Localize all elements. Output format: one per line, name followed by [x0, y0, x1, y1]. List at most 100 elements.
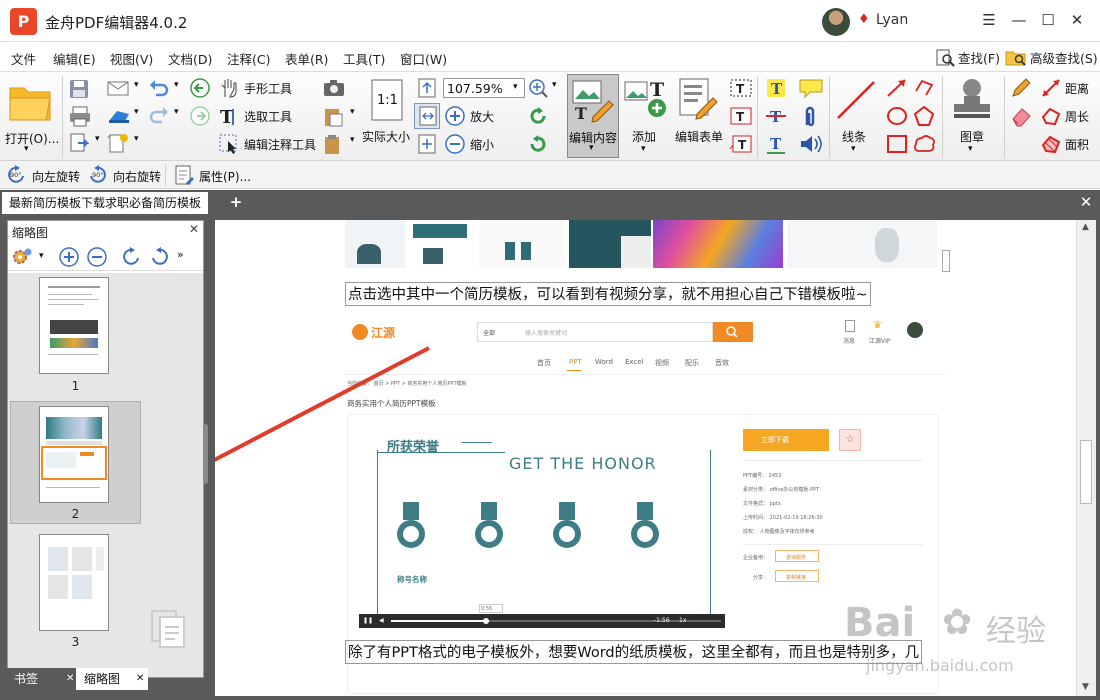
thumbnail-scrollbar[interactable] [203, 424, 208, 484]
clipboard-icon[interactable] [322, 133, 344, 155]
fit-page-icon[interactable] [416, 77, 438, 99]
attachment-icon[interactable] [798, 105, 824, 127]
zoom-in-button[interactable]: 放大 [444, 105, 504, 127]
highlight-text-icon[interactable]: T [764, 77, 788, 99]
chevron-down-icon[interactable]: ▾ [134, 107, 139, 117]
close-icon[interactable]: ✕ [66, 668, 74, 690]
close-window-button[interactable]: ✕ [1066, 9, 1088, 31]
stamp-button[interactable]: 图章 ▾ [946, 76, 998, 156]
forward-icon[interactable] [189, 105, 211, 127]
actual-size-button[interactable]: 1:1 实际大小 [360, 76, 415, 156]
close-icon[interactable]: ✕ [136, 668, 144, 690]
username[interactable]: Lyan [876, 12, 908, 28]
chevron-down-icon[interactable]: ▾ [39, 251, 44, 261]
zoom-out-button[interactable]: 缩小 [444, 133, 504, 155]
tab-bookmarks[interactable]: 书签 ✕ [6, 668, 78, 690]
edit-annotation-tool-button[interactable]: 编辑注释工具 [218, 133, 322, 155]
scrollbar-thumb[interactable] [1080, 440, 1092, 504]
eraser-icon[interactable] [1010, 105, 1034, 127]
chevron-down-icon[interactable]: ▾ [350, 135, 355, 145]
chevron-down-icon[interactable]: ▾ [174, 107, 179, 117]
new-document-icon[interactable] [106, 132, 130, 154]
fit-visible-icon[interactable] [416, 133, 438, 155]
minimize-button[interactable]: — [1008, 9, 1030, 31]
chevron-down-icon[interactable]: ▾ [134, 134, 139, 144]
rotate-ccw-icon[interactable] [527, 105, 549, 127]
caption-text[interactable]: 除了有PPT格式的电子模板外，想要Word的纸质模板，这里全都有，而且也是特别多… [345, 640, 923, 664]
find-button[interactable]: 查找(F) [935, 47, 1000, 67]
scroll-down-icon[interactable]: ▼ [1082, 682, 1089, 692]
polygon-line-icon[interactable] [912, 77, 936, 99]
add-button[interactable]: T 添加 ▾ [622, 76, 670, 156]
chevron-down-icon[interactable]: ▾ [552, 80, 557, 90]
rectangle-tool-icon[interactable] [885, 133, 909, 155]
scroll-up-icon[interactable]: ▲ [1082, 222, 1089, 232]
print-icon[interactable] [68, 105, 92, 127]
distance-tool-button[interactable]: 距离 [1040, 77, 1100, 99]
menu-file[interactable]: 文件 [11, 49, 36, 68]
menu-view[interactable]: 视图(V) [110, 49, 153, 68]
save-icon[interactable] [68, 78, 90, 100]
thumbnail-page-3[interactable] [39, 534, 109, 631]
pencil-icon[interactable] [1010, 77, 1034, 99]
undo-icon[interactable] [148, 78, 170, 98]
close-icon[interactable]: ✕ [189, 222, 199, 236]
chevron-down-icon[interactable]: ▾ [134, 80, 139, 90]
underline-text-icon[interactable]: T [764, 133, 788, 155]
chevron-down-icon[interactable]: ▾ [350, 107, 355, 117]
tab-thumbnails[interactable]: 缩略图 ✕ [76, 668, 148, 690]
select-tool-button[interactable]: T 选取工具 [218, 105, 318, 127]
email-icon[interactable] [106, 78, 130, 98]
menu-document[interactable]: 文档(D) [168, 49, 212, 68]
snapshot-camera-icon[interactable] [322, 77, 346, 99]
edit-form-button[interactable]: 编辑表单 [673, 76, 725, 156]
callout-text-icon[interactable]: T [729, 133, 753, 155]
zoom-out-icon[interactable] [86, 246, 108, 268]
sticky-note-icon[interactable] [798, 77, 824, 99]
chevron-down-icon[interactable]: ▾ [174, 80, 179, 90]
text-field-icon[interactable]: T [729, 77, 753, 99]
back-icon[interactable] [189, 77, 211, 99]
zoom-in-icon[interactable] [58, 246, 80, 268]
hand-tool-button[interactable]: 手形工具 [218, 77, 318, 99]
more-options-icon[interactable]: » [177, 248, 184, 261]
properties-button[interactable]: 属性(P)... [172, 164, 252, 186]
polygon-tool-icon[interactable] [912, 105, 936, 127]
sound-icon[interactable] [798, 133, 824, 155]
rotate-left-button[interactable]: 90° 向左旋转 [5, 164, 81, 186]
fit-width-button[interactable] [414, 103, 440, 129]
thumbnail-page-2[interactable] [39, 406, 109, 503]
new-tab-icon[interactable]: + [227, 192, 245, 212]
gear-icon[interactable] [11, 246, 33, 268]
zoom-select[interactable]: 107.59% ▾ [443, 78, 525, 98]
arrow-tool-icon[interactable] [885, 77, 909, 99]
rotate-left-icon[interactable] [120, 246, 144, 268]
open-button[interactable]: 打开(O)... ▾ [2, 74, 59, 156]
menu-edit[interactable]: 编辑(E) [53, 49, 96, 68]
advanced-find-button[interactable]: 高级查找(S) [1005, 47, 1098, 67]
export-icon[interactable] [68, 132, 92, 154]
caption-text[interactable]: 点击选中其中一个简历模板，可以看到有视频分享，就不用担心自己下错模板啦~ [345, 282, 871, 306]
ellipse-tool-icon[interactable] [885, 105, 909, 127]
perimeter-tool-button[interactable]: 周长 [1040, 105, 1100, 127]
cloud-tool-icon[interactable] [912, 133, 936, 155]
document-tab[interactable]: 最新简历模板下载求职必备简历模板 [2, 192, 209, 214]
avatar[interactable] [822, 8, 850, 36]
red-arrow-annotation[interactable] [215, 340, 435, 490]
maximize-button[interactable]: ☐ [1037, 9, 1059, 31]
menu-icon[interactable]: ☰ [978, 9, 1000, 31]
paste-icon[interactable] [322, 105, 344, 127]
rotate-right-icon[interactable] [148, 246, 172, 268]
rotate-right-button[interactable]: 90° 向右旋转 [86, 164, 162, 186]
text-box-icon[interactable]: T [729, 105, 753, 127]
area-tool-button[interactable]: 面积 [1040, 133, 1100, 155]
strikethrough-text-icon[interactable]: T [764, 105, 788, 127]
line-tool-button[interactable]: 线条 ▾ [832, 76, 880, 156]
menu-window[interactable]: 窗口(W) [400, 49, 447, 68]
rotate-cw-icon[interactable] [527, 133, 549, 155]
menu-tools[interactable]: 工具(T) [343, 49, 385, 68]
chevron-down-icon[interactable]: ▾ [95, 134, 100, 144]
edit-content-button[interactable]: T 编辑内容 ▾ [567, 74, 619, 158]
redo-icon[interactable] [148, 105, 170, 125]
menu-annotation[interactable]: 注释(C) [227, 49, 270, 68]
